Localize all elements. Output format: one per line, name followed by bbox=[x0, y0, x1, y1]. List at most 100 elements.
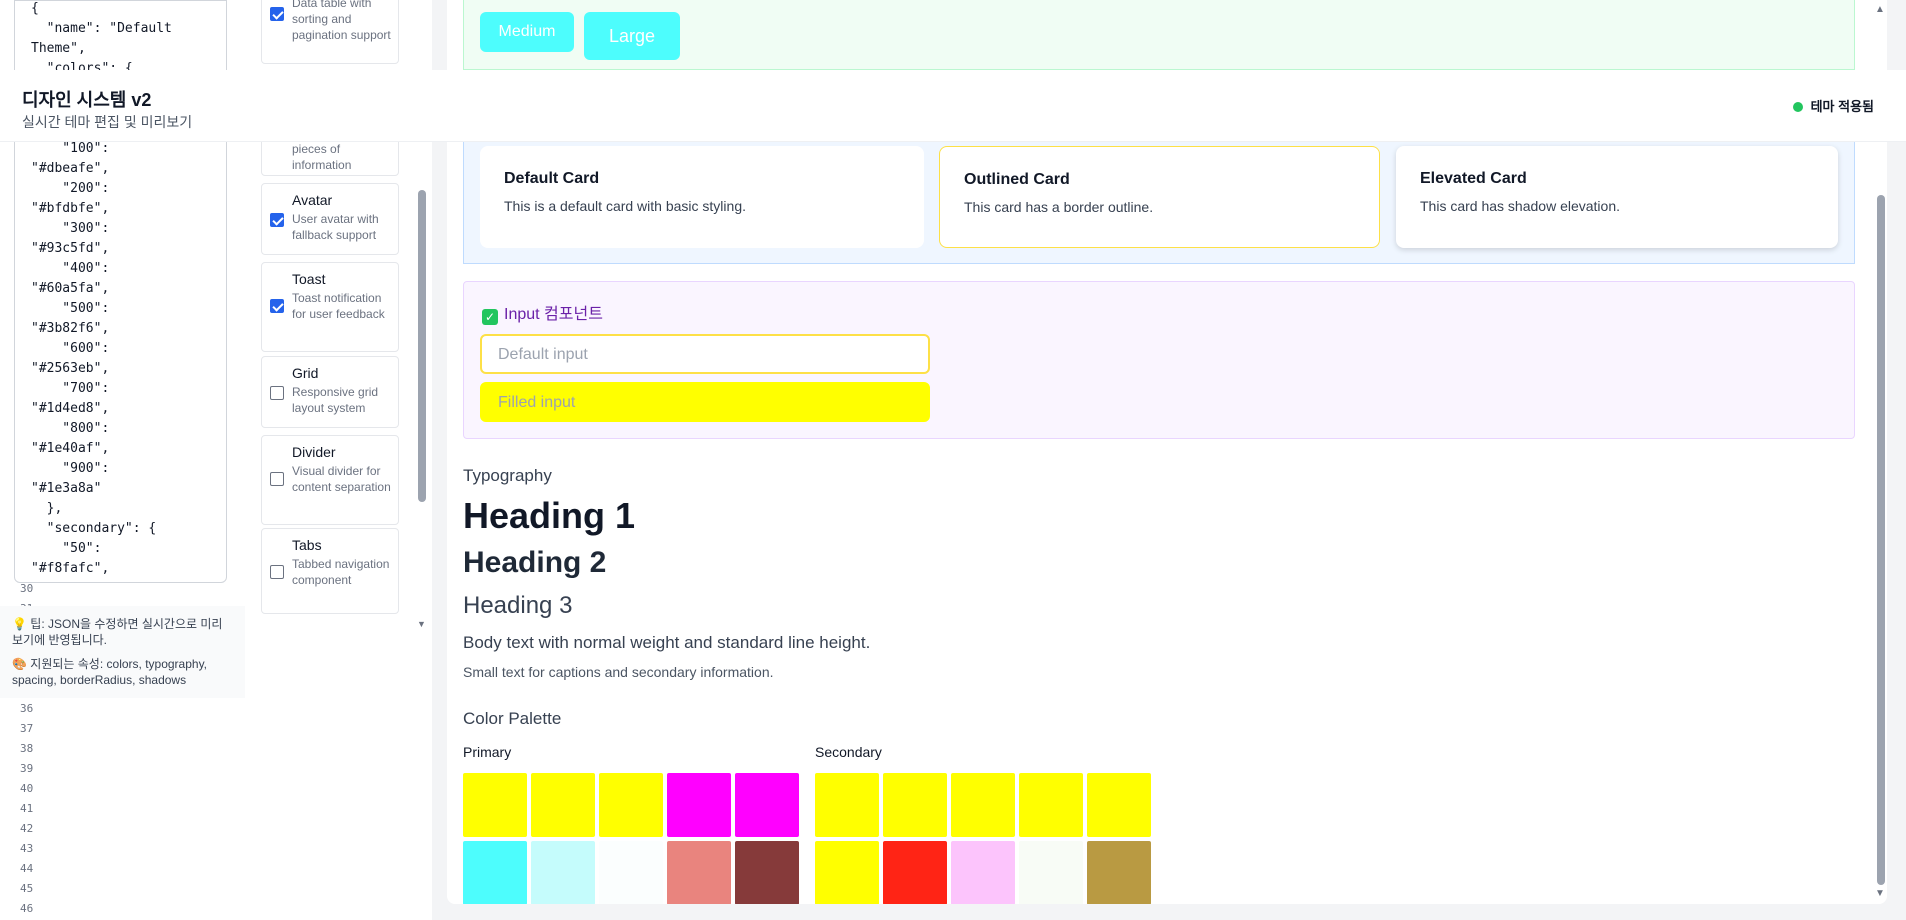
outlined-card: Outlined Card This card has a border out… bbox=[939, 146, 1380, 248]
component-item[interactable]: Tabs Tabbed navigation component bbox=[261, 528, 399, 614]
line-number: 30 bbox=[20, 582, 34, 595]
line-number: 39 bbox=[20, 762, 34, 775]
body-text-sample: Body text with normal weight and standar… bbox=[463, 633, 871, 652]
code-line: "700": bbox=[31, 381, 110, 396]
code-line: }, bbox=[31, 501, 63, 516]
code-line: "600": bbox=[31, 341, 110, 356]
app-header: 디자인 시스템 v2 실시간 테마 편집 및 미리보기 테마 적용됨 bbox=[0, 70, 1906, 142]
component-item[interactable]: Grid Responsive grid layout system bbox=[261, 356, 399, 428]
page-title: 디자인 시스템 v2 bbox=[22, 90, 152, 110]
component-checkbox[interactable] bbox=[270, 299, 284, 313]
primary-color-swatch bbox=[735, 773, 799, 837]
default-input[interactable]: Default input bbox=[480, 334, 930, 374]
tip-realtime: 💡 팁: JSON을 수정하면 실시간으로 미리보기에 반영됩니다. bbox=[12, 617, 223, 647]
heading-3-sample: Heading 3 bbox=[463, 592, 573, 619]
component-list-scrollbar-thumb[interactable] bbox=[418, 190, 426, 502]
component-list-scroll-down-icon[interactable]: ▼ bbox=[417, 619, 426, 629]
medium-button[interactable]: Medium bbox=[480, 12, 574, 52]
code-line: "#dbeafe", bbox=[31, 161, 110, 176]
secondary-color-swatch bbox=[951, 841, 1015, 904]
input-section-label: Input 컴포넌트 bbox=[504, 306, 603, 323]
line-number: 43 bbox=[20, 842, 34, 855]
secondary-color-swatch bbox=[883, 773, 947, 837]
component-title: Grid bbox=[292, 365, 319, 381]
secondary-color-swatch bbox=[951, 773, 1015, 837]
code-line: Theme", bbox=[31, 41, 86, 56]
line-number: 44 bbox=[20, 862, 34, 875]
code-line: "#1e40af", bbox=[31, 441, 110, 456]
code-line: "#f8fafc", bbox=[31, 561, 110, 576]
preview-scrollbar-thumb[interactable] bbox=[1877, 195, 1885, 885]
component-description: Visual divider for content separation bbox=[292, 464, 391, 494]
line-number: 42 bbox=[20, 822, 34, 835]
code-line: "#1d4ed8", bbox=[31, 401, 110, 416]
code-line: "300": bbox=[31, 221, 110, 236]
line-number: 46 bbox=[20, 902, 34, 915]
line-number: 36 bbox=[20, 702, 34, 715]
component-description: Responsive grid layout system bbox=[292, 385, 379, 415]
code-line: { bbox=[31, 1, 39, 16]
small-text-sample: Small text for captions and secondary in… bbox=[463, 664, 774, 680]
line-number: 37 bbox=[20, 722, 34, 735]
component-title: Tabs bbox=[292, 537, 322, 553]
component-item[interactable]: Avatar User avatar with fallback support bbox=[261, 183, 399, 255]
code-line: "900": bbox=[31, 461, 110, 476]
secondary-palette-label: Secondary bbox=[815, 744, 882, 760]
typography-label: Typography bbox=[463, 466, 552, 485]
code-line: "200": bbox=[31, 181, 110, 196]
code-line: "500": bbox=[31, 301, 110, 316]
preview-scroll-down-icon[interactable]: ▼ bbox=[1875, 888, 1885, 899]
card-description: This card has shadow elevation. bbox=[1420, 198, 1620, 214]
card-title: Default Card bbox=[504, 170, 600, 187]
component-description: Data table with sorting and pagination s… bbox=[292, 0, 391, 42]
filled-input[interactable]: Filled input bbox=[480, 382, 930, 422]
component-checkbox[interactable] bbox=[270, 472, 284, 486]
secondary-color-swatch bbox=[1019, 841, 1083, 904]
page-subtitle: 실시간 테마 편집 및 미리보기 bbox=[22, 114, 193, 130]
primary-color-swatch bbox=[667, 841, 731, 904]
code-line: "#93c5fd", bbox=[31, 241, 110, 256]
component-title: Divider bbox=[292, 444, 336, 460]
secondary-color-swatch bbox=[883, 841, 947, 904]
heading-2-sample: Heading 2 bbox=[463, 546, 607, 579]
secondary-color-swatch bbox=[1019, 773, 1083, 837]
code-line: "100": bbox=[31, 141, 110, 156]
large-button[interactable]: Large bbox=[584, 12, 680, 60]
component-title: Toast bbox=[292, 271, 326, 287]
component-description: Toast notification for user feedback bbox=[292, 291, 385, 321]
status-text: 테마 적용됨 bbox=[1810, 99, 1874, 114]
secondary-color-swatch bbox=[815, 773, 879, 837]
preview-scroll-up-icon[interactable]: ▲ bbox=[1875, 4, 1885, 15]
primary-color-swatch bbox=[735, 841, 799, 904]
component-description: User avatar with fallback support bbox=[292, 212, 379, 242]
secondary-color-swatch bbox=[1087, 841, 1151, 904]
code-line: "800": bbox=[31, 421, 110, 436]
secondary-color-swatch bbox=[1087, 773, 1151, 837]
code-line: "secondary": { bbox=[31, 521, 157, 536]
line-number: 38 bbox=[20, 742, 34, 755]
code-line: "50": bbox=[31, 541, 102, 556]
component-item[interactable]: Data table with sorting and pagination s… bbox=[261, 0, 399, 64]
component-checkbox[interactable] bbox=[270, 7, 284, 21]
primary-color-swatch bbox=[531, 841, 595, 904]
default-card: Default Card This is a default card with… bbox=[480, 146, 924, 248]
button-section: Medium Large bbox=[463, 0, 1855, 70]
code-line: "#60a5fa", bbox=[31, 281, 110, 296]
primary-color-swatch bbox=[599, 841, 663, 904]
code-line: "400": bbox=[31, 261, 110, 276]
component-item[interactable]: Divider Visual divider for content separa… bbox=[261, 435, 399, 525]
component-checkbox[interactable] bbox=[270, 213, 284, 227]
theme-status-badge: 테마 적용됨 bbox=[1792, 96, 1874, 115]
component-checkbox[interactable] bbox=[270, 386, 284, 400]
component-checkbox[interactable] bbox=[270, 565, 284, 579]
code-line: "#2563eb", bbox=[31, 361, 110, 376]
primary-palette-label: Primary bbox=[463, 744, 512, 760]
line-number: 41 bbox=[20, 802, 34, 815]
component-item[interactable]: Toast Toast notification for user feedbac… bbox=[261, 262, 399, 352]
line-number: 45 bbox=[20, 882, 34, 895]
code-line: "#3b82f6", bbox=[31, 321, 110, 336]
primary-color-swatch bbox=[463, 773, 527, 837]
card-description: This is a default card with basic stylin… bbox=[504, 198, 746, 214]
card-title: Elevated Card bbox=[1420, 170, 1527, 187]
status-dot-icon bbox=[1792, 102, 1803, 112]
